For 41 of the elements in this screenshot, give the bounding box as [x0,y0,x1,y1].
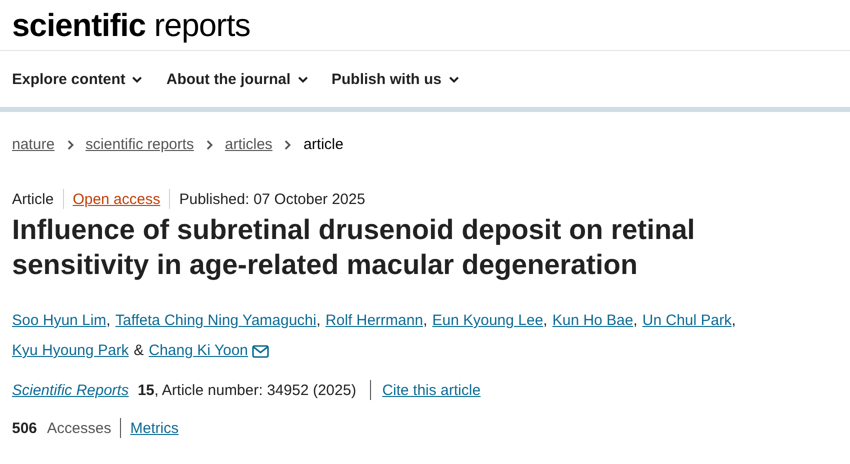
nav-menu-item[interactable]: Explore content [12,70,142,88]
accesses-label: Accesses [47,420,112,436]
open-access-link[interactable]: Open access [72,190,160,208]
breadcrumb-link[interactable]: nature [12,136,55,153]
comma: , [106,311,110,331]
author-link[interactable]: Chang Ki Yoon [148,336,248,366]
comma: , [732,311,736,331]
author-link[interactable]: Taffeta Ching Ning Yamaguchi [115,306,316,336]
chevron-right-icon [284,140,292,150]
comma: , [423,311,428,331]
ampersand: & [134,341,144,361]
volume-number: 15 [138,382,154,398]
author-link[interactable]: Kyu Hyoung Park [12,336,129,366]
journal-logo[interactable]: scientific reports [12,9,250,41]
breadcrumb-current: article [303,136,344,153]
cite-link[interactable]: Cite this article [382,382,481,398]
article-number: , Article number: 34952 (2025) [154,382,356,398]
chevron-down-icon [132,76,142,82]
journal-link[interactable]: Scientific Reports [12,382,129,398]
chevron-right-icon [66,140,74,150]
nav-menu-item[interactable]: Publish with us [332,70,459,88]
author-link[interactable]: Eun Kyoung Lee [432,306,544,336]
nav-menu-item[interactable]: About the journal [166,70,308,88]
comma: , [543,311,548,331]
author-link[interactable]: Soo Hyun Lim [12,306,106,336]
metrics-link[interactable]: Metrics [130,420,179,436]
breadcrumb-link[interactable]: articles [224,136,272,153]
breadcrumb-link[interactable]: scientific reports [86,136,194,153]
comma: , [633,311,638,331]
article-title: Influence of subretinal drusenoid deposit on retinal sensitivity in age-related macular degeneration [12,213,696,282]
comma: , [316,311,321,331]
author-link[interactable]: Rolf Herrmann [326,306,424,336]
article-type: Article [12,190,54,208]
author-link[interactable]: Kun Ho Bae [552,306,634,336]
chevron-down-icon [298,76,308,82]
author-link[interactable]: Un Chul Park [642,306,732,336]
email-icon[interactable] [252,344,270,358]
access-count: 506 [12,420,38,436]
published-date: Published: 07 October 2025 [179,190,366,208]
chevron-down-icon [448,76,459,82]
chevron-right-icon [206,140,213,150]
